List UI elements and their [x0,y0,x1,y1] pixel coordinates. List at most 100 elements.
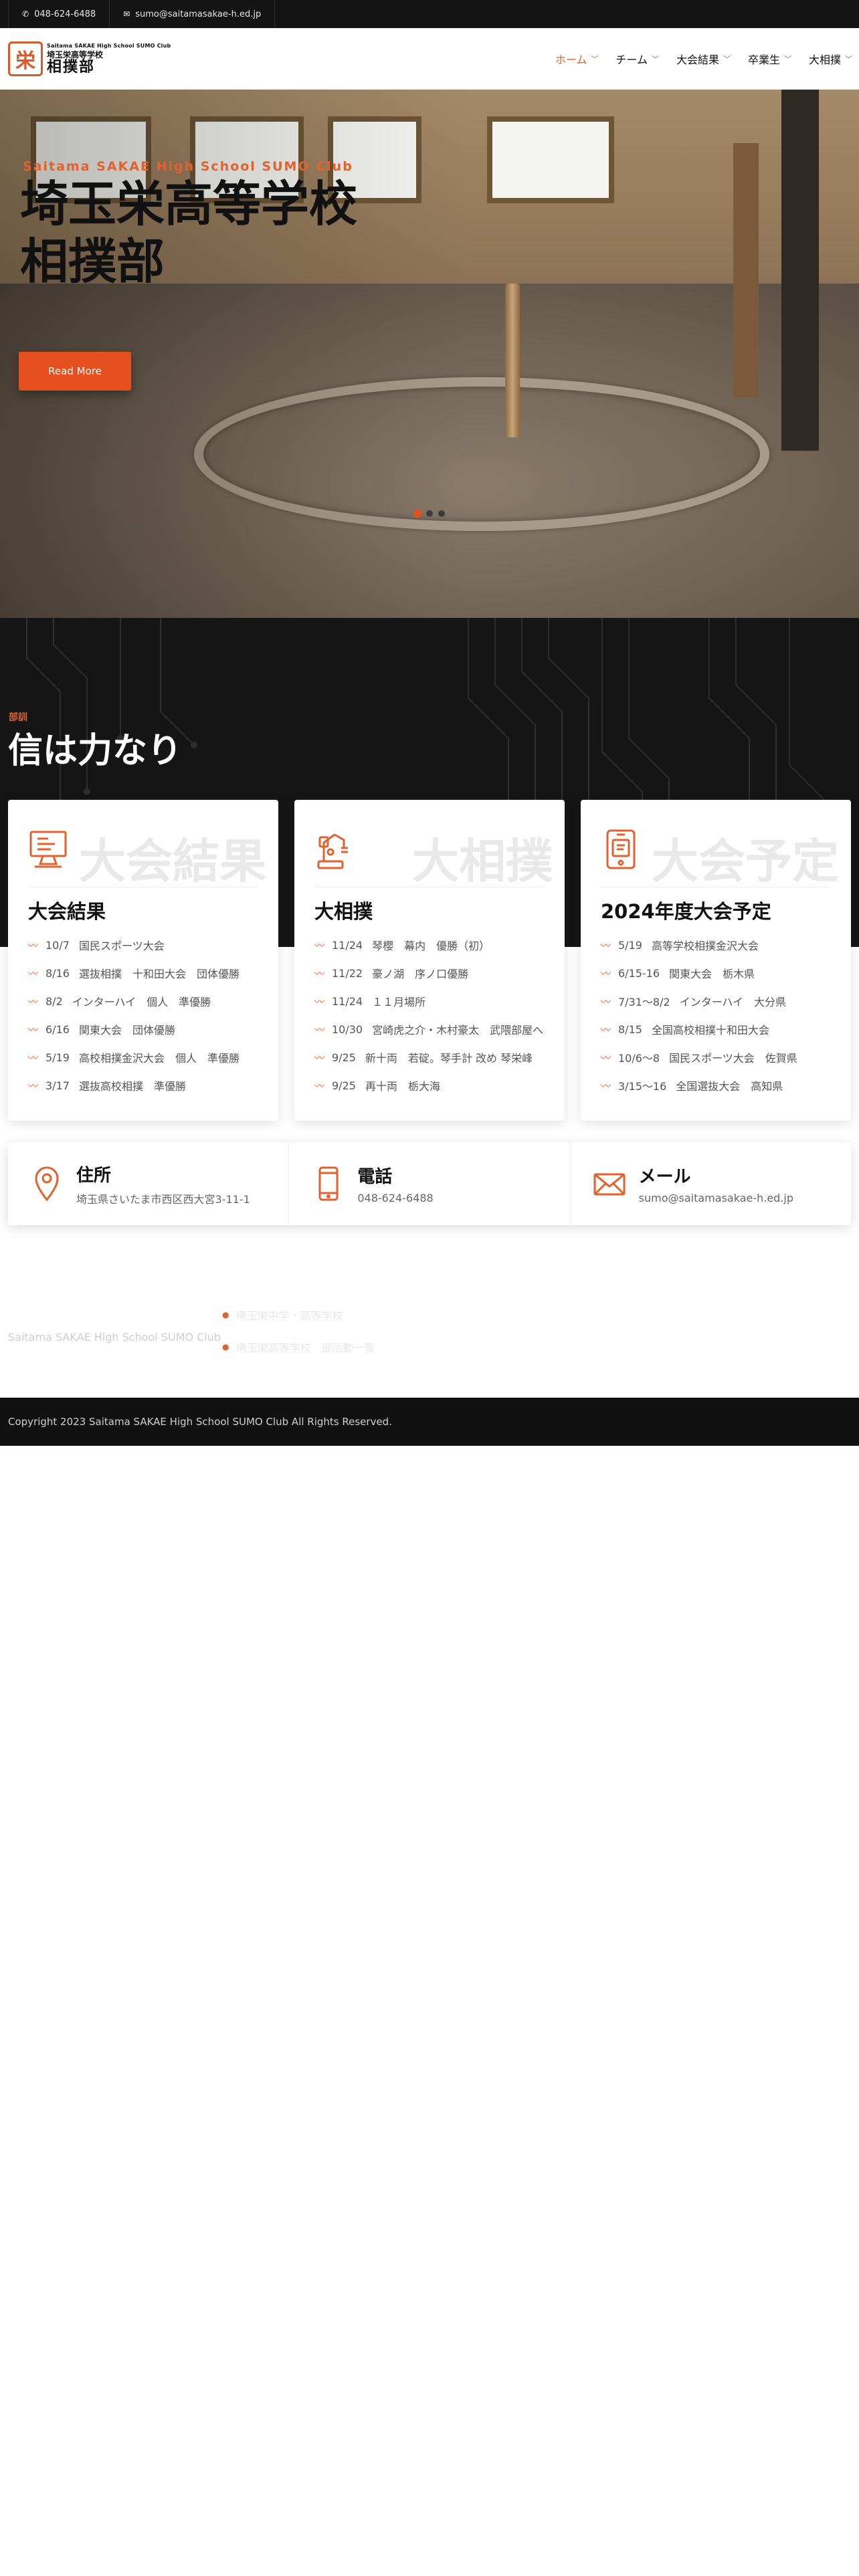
item-date: 8/16 [45,966,70,980]
copyright: Copyright 2023 Saitama SAKAE High School… [0,1398,859,1446]
bullet-icon: ● [222,1310,229,1319]
logo-line2: 埼玉栄高等学校 [47,49,104,60]
item-text: 再十両 栃大海 [365,1080,440,1093]
handshake-icon: 〰 [314,1023,325,1036]
handshake-icon: 〰 [601,967,611,980]
list-item[interactable]: 〰 8/2 インターハイ 個人 準優勝 [28,987,240,1015]
section-title: 信は力なり [8,731,183,771]
site-logo[interactable]: 栄 Saitama SAKAE High School SUMO Club 埼玉… [8,41,171,76]
topbar-phone-text: 048-624-6488 [34,9,96,19]
card-ozumo: 大相撲 大相撲 〰 11/24 琴櫻 幕内 優勝（初） 〰 11/22 豪ノ湖 序ノ口優… [294,800,565,1121]
handshake-icon: 〰 [601,939,611,952]
item-text: 宮崎虎之介・木村豪太 武隈部屋へ [372,1024,544,1037]
item-date: 11/24 [332,938,363,952]
list-item[interactable]: 〰 11/24 １１月場所 [314,987,543,1015]
logo-line1: Saitama SAKAE High School SUMO Club [48,1267,173,1274]
contact-email[interactable]: メール sumo@saitamasakae-h.ed.jp [571,1142,851,1225]
chevron-down-icon: ﹀ [591,55,599,64]
nav-item-home[interactable]: ホーム ﹀ [555,51,599,67]
nav-item-results[interactable]: 大会結果 ﹀ [676,51,731,67]
item-text: １１月場所 [372,996,426,1008]
site-header: 栄 Saitama SAKAE High School SUMO Club 埼玉… [0,28,859,90]
contact-value: sumo@saitamasakae-h.ed.jp [638,1192,794,1204]
logo-line3: 相撲部 [48,1283,97,1301]
list-item[interactable]: 〰 10/6〜8 国民スポーツ大会 佐賀県 [601,1043,797,1071]
slider-dot[interactable] [413,510,421,518]
list-item[interactable]: 〰 7/31〜8/2 インターハイ 大分県 [601,987,797,1015]
card-schedule: 大会予定 2024年度大会予定 〰 5/19 高等学校相撲金沢大会 〰 6/15-16… [581,800,851,1121]
list-item[interactable]: 〰 5/19 高等学校相撲金沢大会 [601,931,797,959]
contact-phone[interactable]: 電話 048-624-6488 [289,1142,571,1225]
item-date: 7/31〜8/2 [618,996,670,1008]
item-text: 新十両 若碇。琴手計 改め 琴栄峰 [365,1052,533,1065]
hero-title-line2: 相撲部 [20,233,165,290]
list-item[interactable]: 〰 9/25 新十両 若碇。琴手計 改め 琴栄峰 [314,1043,543,1071]
bullet-icon: ● [222,1342,229,1352]
topbar-email[interactable]: ✉ sumo@saitamasakae-h.ed.jp [110,0,276,28]
nav-item-label: チーム [615,53,648,66]
phone-icon: ✆ [22,9,29,19]
item-text: 全国選抜大会 高知県 [676,1080,783,1093]
list-item[interactable]: 〰 6/15-16 関東大会 栃木県 [601,959,797,987]
contact-label: 住所 [76,1165,112,1186]
card-list: 〰 5/19 高等学校相撲金沢大会 〰 6/15-16 関東大会 栃木県 〰 7/31〜8… [601,931,797,1099]
nav-item-label: 卒業生 [747,53,780,66]
item-date: 6/16 [45,1023,70,1036]
list-item[interactable]: 〰 10/30 宮崎虎之介・木村豪太 武隈部屋へ [314,1015,543,1043]
nav-item-label: ホーム [555,53,587,66]
location-pin-icon [35,1166,59,1201]
item-date: 10/6〜8 [618,1052,660,1065]
item-text: 関東大会 団体優勝 [78,1024,175,1037]
contact-bar: 住所 埼玉県さいたま市西区西大宮3-11-1 電話 048-624-6488 メ… [8,1142,851,1225]
nav-item-alumni[interactable]: 卒業生 ﹀ [748,51,791,67]
nav-item-team[interactable]: チーム ﹀ [615,51,659,67]
list-item[interactable]: 〰 6/16 関東大会 団体優勝 [28,1015,240,1043]
card-ghost-text: 大相撲 [412,834,553,889]
handshake-icon: 〰 [601,1023,611,1036]
nav-item-ozumo[interactable]: 大相撲 ﹀ [809,51,852,67]
item-text: 琴櫻 幕内 優勝（初） [372,940,490,952]
list-item[interactable]: 〰 10/7 国民スポーツ大会 [28,931,240,959]
handshake-icon: 〰 [28,1051,39,1064]
hero-subtitle: Saitama SAKAE High School SUMO Club [23,159,353,174]
logo-text: Saitama SAKAE High School SUMO Club 埼玉栄高… [48,1267,173,1301]
handshake-icon: 〰 [314,1051,325,1064]
slider-dot[interactable] [425,510,434,518]
footer-logo[interactable]: 栄 Saitama SAKAE High School SUMO Club 埼玉… [8,1266,172,1302]
list-item[interactable]: 〰 3/17 選抜高校相撲 準優勝 [28,1071,240,1099]
list-item[interactable]: 〰 9/25 再十両 栃大海 [314,1071,543,1099]
card-title: 大会結果 [28,900,106,923]
footer-link-heading: Link [222,1268,262,1287]
slider-dot[interactable] [438,510,446,518]
smartphone-icon [318,1166,339,1201]
contact-label: 電話 [357,1167,393,1187]
list-item[interactable]: 〰 8/16 選抜相撲 十和田大会 団体優勝 [28,959,240,987]
contact-address[interactable]: 住所 埼玉県さいたま市西区西大宮3-11-1 [8,1142,290,1225]
topbar-email-text: sumo@saitamasakae-h.ed.jp [135,9,262,19]
topbar-phone[interactable]: ✆ 048-624-6488 [8,0,110,28]
robot-arm-icon [317,833,348,869]
list-item[interactable]: 〰 3/15〜16 全国選抜大会 高知県 [601,1071,797,1099]
list-item[interactable]: 〰 11/24 琴櫻 幕内 優勝（初） [314,931,543,959]
item-date: 3/15〜16 [618,1080,667,1093]
item-date: 10/7 [45,938,70,952]
logo-emblem-icon: 栄 [8,41,43,76]
card-ghost-text: 大会予定 [652,834,839,889]
top-bar: ✆ 048-624-6488 ✉ sumo@saitamasakae-h.ed.… [0,0,859,28]
list-item[interactable]: 〰 8/15 全国高校相撲十和田大会 [601,1015,797,1043]
handshake-icon: 〰 [28,1079,39,1092]
card-list: 〰 10/7 国民スポーツ大会 〰 8/16 選抜相撲 十和田大会 団体優勝 〰 8/2 イ… [28,931,240,1099]
card-title: 2024年度大会予定 [601,900,771,923]
item-date: 5/19 [618,938,642,952]
footer-link[interactable]: ● 埼玉栄中学・高等学校 [222,1299,375,1331]
card-results: 大会結果 大会結果 〰 10/7 国民スポーツ大会 〰 8/16 選抜相撲 十和田大会 … [8,800,278,1121]
list-item[interactable]: 〰 5/19 高校相撲金沢大会 個人 準優勝 [28,1043,240,1071]
read-more-button[interactable]: Read More [19,352,131,391]
nav-item-label: 大相撲 [808,53,841,66]
footer-link-text: 埼玉栄高等学校 部活動一覧 [235,1341,375,1354]
list-item[interactable]: 〰 11/22 豪ノ湖 序ノ口優勝 [314,959,543,987]
footer-link[interactable]: ● 埼玉栄高等学校 部活動一覧 [222,1331,375,1363]
item-text: 国民スポーツ大会 [78,940,165,952]
footer-club-name: Saitama SAKAE High School SUMO Club [8,1331,221,1344]
handshake-icon: 〰 [28,967,39,980]
